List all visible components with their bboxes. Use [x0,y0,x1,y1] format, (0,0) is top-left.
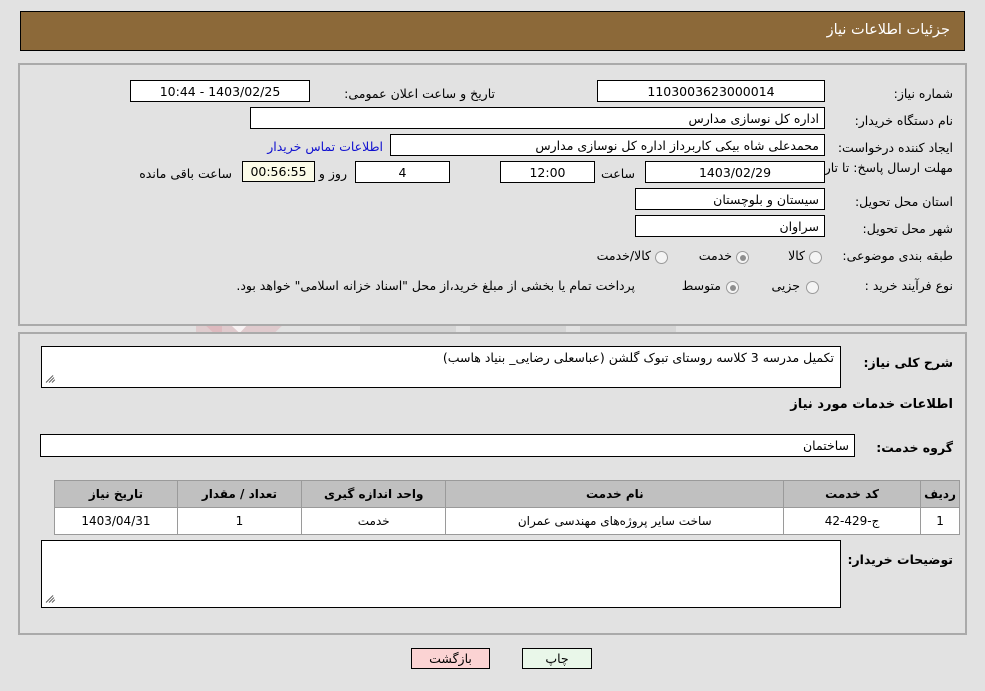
request-creator-label: ایجاد کننده درخواست: [837,140,953,155]
payment-note: پرداخت تمام یا بخشی از مبلغ خرید،از محل … [236,278,635,293]
resize-grip-icon[interactable] [45,373,57,385]
category-radio-kala[interactable] [809,251,822,264]
cell-radif: 1 [920,507,960,535]
announce-datetime-label: تاریخ و ساعت اعلان عمومی: [344,86,495,101]
services-section-heading: اطلاعات خدمات مورد نیاز [790,397,953,412]
need-number-field[interactable]: 1103003623000014 [597,80,825,102]
purchase-label-motavasset: متوسط [681,278,721,293]
deadline-time-field[interactable]: 12:00 [500,161,595,183]
category-label-kala-khedmat: کالا/خدمت [596,248,651,263]
deadline-label-text: مهلت ارسال پاسخ: تا تاریخ: [808,160,953,175]
th-need-date: تاریخ نیاز [54,480,178,508]
deadline-time-label: ساعت [600,166,635,181]
th-quantity: تعداد / مقدار [176,480,303,508]
cell-need-date: 1403/04/31 [54,507,178,535]
category-label: طبقه بندی موضوعی: [842,248,953,263]
th-service-name: نام خدمت [445,480,785,508]
purchase-process-label: نوع فرآیند خرید : [864,278,953,293]
buyer-org-field[interactable]: اداره کل نوسازی مدارس [250,107,825,129]
cell-service-code: ج-429-42 [783,507,922,535]
category-radio-khedmat[interactable] [736,251,749,264]
buyer-notes-label: توضیحات خریدار: [847,552,953,567]
print-button[interactable]: چاپ [522,648,592,669]
services-table: ردیف کد خدمت نام خدمت واحد اندازه گیری ت… [54,480,960,535]
service-group-field[interactable]: ساختمان [40,434,855,457]
need-desc-label: شرح کلی نیاز: [863,355,953,370]
need-details-panel: شرح کلی نیاز: تکمیل مدرسه 3 کلاسه روستای… [18,332,967,635]
need-summary-panel: شماره نیاز: 1103003623000014 تاریخ و ساع… [18,63,967,326]
buyer-notes-textarea[interactable] [41,540,841,608]
deadline-date-field[interactable]: 1403/02/29 [645,161,825,183]
th-unit: واحد اندازه گیری [301,480,447,508]
delivery-city-field[interactable]: سراوان [635,215,825,237]
delivery-province-field[interactable]: سیستان و بلوچستان [635,188,825,210]
need-desc-textarea[interactable]: تکمیل مدرسه 3 کلاسه روستای تبوک گلشن (عب… [41,346,841,388]
category-label-khedmat: خدمت [698,248,732,263]
announce-datetime-field[interactable]: 1403/02/25 - 10:44 [130,80,310,102]
purchase-radio-motavasset[interactable] [726,281,739,294]
delivery-city-label: شهر محل تحویل: [862,221,953,236]
deadline-countdown-field: 00:56:55 [242,161,315,182]
buyer-org-label: نام دستگاه خریدار: [854,113,953,128]
deadline-days-label: روز و [318,166,347,181]
category-label-kala: کالا [788,248,805,263]
request-creator-field[interactable]: محمدعلی شاه بیکی کاربرداز اداره کل نوساز… [390,134,825,156]
purchase-label-jozei: جزیی [771,278,800,293]
table-header-row: ردیف کد خدمت نام خدمت واحد اندازه گیری ت… [54,480,960,508]
cell-unit: خدمت [301,507,447,535]
th-service-code: کد خدمت [783,480,922,508]
service-group-label: گروه خدمت: [876,440,953,455]
th-radif: ردیف [920,480,960,508]
buyer-contact-link[interactable]: اطلاعات تماس خریدار [267,139,383,154]
need-number-label: شماره نیاز: [893,86,953,101]
deadline-label: مهلت ارسال پاسخ: تا تاریخ: [809,160,953,176]
cell-quantity: 1 [176,507,303,535]
need-desc-value: تکمیل مدرسه 3 کلاسه روستای تبوک گلشن (عب… [442,350,834,365]
purchase-radio-jozei[interactable] [806,281,819,294]
page-header-bar: جزئیات اطلاعات نیاز [20,11,965,51]
delivery-province-label: استان محل تحویل: [854,194,953,209]
deadline-days-field[interactable]: 4 [355,161,450,183]
deadline-countdown-label: ساعت باقی مانده [139,166,232,181]
back-button[interactable]: بازگشت [411,648,490,669]
category-radio-kala-khedmat[interactable] [655,251,668,264]
resize-grip-icon-2[interactable] [45,593,57,605]
table-row[interactable]: 1 ج-429-42 ساخت سایر پروژه‌های مهندسی عم… [54,507,960,535]
page-title: جزئیات اطلاعات نیاز [826,22,950,38]
cell-service-name: ساخت سایر پروژه‌های مهندسی عمران [445,507,785,535]
